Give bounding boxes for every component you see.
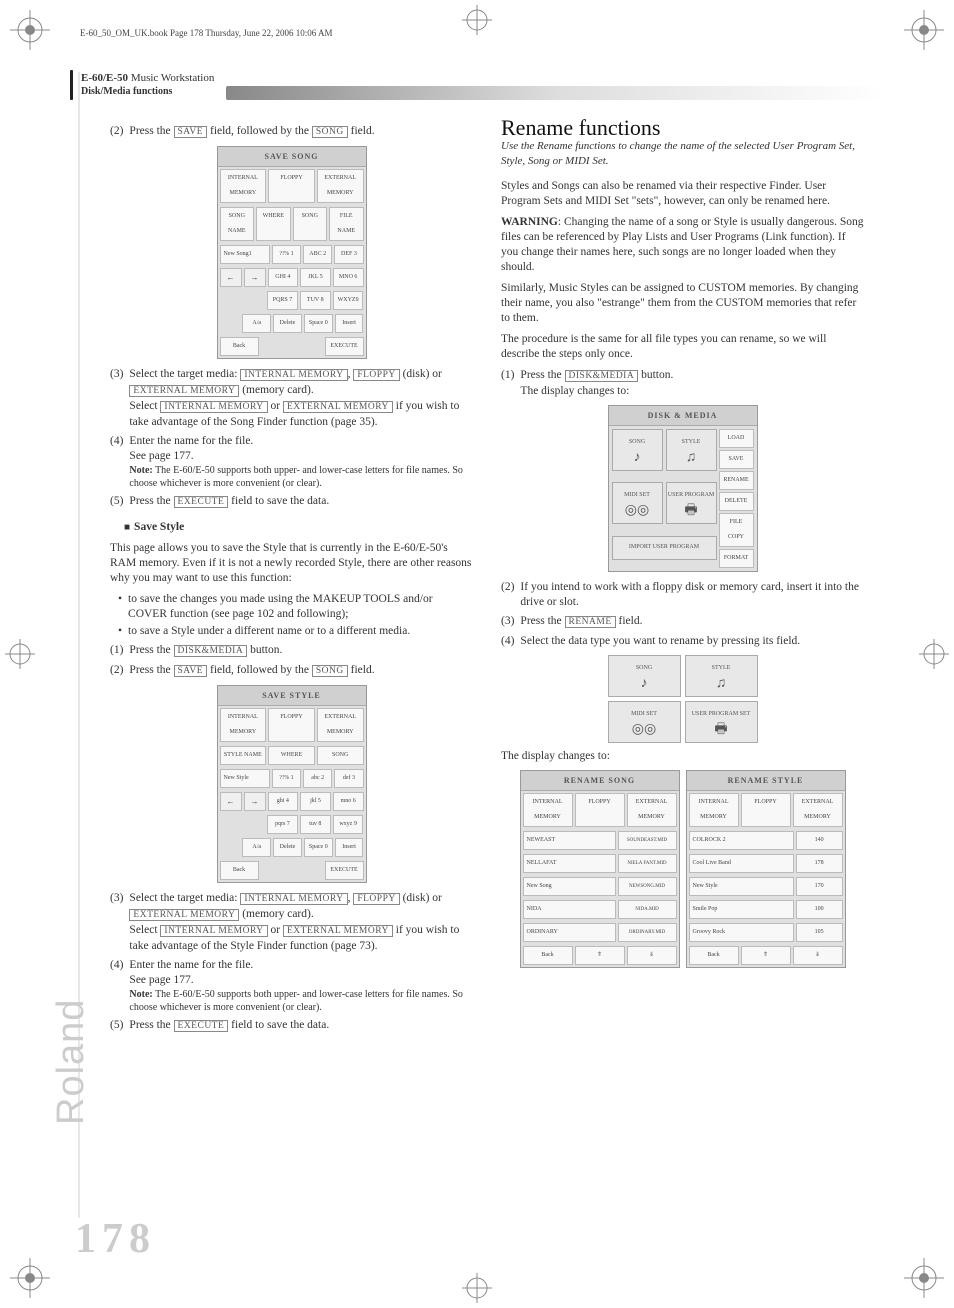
content-columns: (2) Press the SAVE field, followed by th… (110, 120, 864, 1208)
header-accent-bar (70, 70, 73, 100)
step-2: (2) Press the SAVE field, followed by th… (110, 124, 473, 140)
midi-icon: ◎◎ (632, 722, 656, 737)
back-button: Back (220, 337, 259, 356)
warning-paragraph: WARNING: Changing the name of a song or … (501, 215, 864, 275)
ss-title: SAVE SONG (218, 147, 366, 167)
square-bullet-icon: ■ (124, 520, 130, 535)
header-text: E-60/E-50 Music Workstation Disk/Media f… (81, 71, 214, 99)
rename-style-screenshot: RENAME STYLE INTERNAL MEMORYFLOPPYEXTERN… (686, 770, 846, 968)
midi-icon: ◎◎ (625, 503, 649, 518)
r-step-4: (4)Select the data type you want to rena… (501, 634, 864, 649)
save-style-screenshot: SAVE STYLE INTERNAL MEMORYFLOPPYEXTERNAL… (217, 685, 367, 883)
crop-mark-icon (10, 1258, 50, 1298)
registration-mark-icon (5, 639, 35, 669)
type-grid-screenshot: SONG♪ STYLE♫ MIDI SET◎◎ USER PROGRAM SET… (608, 655, 758, 743)
r-step-3: (3)Press the RENAME field. (501, 614, 864, 630)
save-style-heading: ■Save Style (124, 520, 473, 535)
style-icon: ♫ (686, 450, 697, 465)
section-intro: Use the Rename functions to change the n… (501, 139, 864, 169)
save-field-label: SAVE (174, 126, 208, 138)
paragraph: Styles and Songs can also be renamed via… (501, 179, 864, 209)
right-arrow-icon: → (244, 268, 266, 287)
b-step-1: (1) Press the DISK&MEDIA button. (110, 643, 473, 659)
bullet-dot-icon: • (118, 592, 122, 622)
paragraph: The procedure is the same for all file t… (501, 332, 864, 362)
user-program-icon: 🖶 (714, 722, 727, 737)
style-icon: ♫ (716, 676, 727, 691)
header-model: E-60/E-50 (81, 72, 128, 84)
step-4: (4) Enter the name for the file. See pag… (110, 434, 473, 490)
crop-mark-icon (904, 1258, 944, 1298)
step-5: (5) Press the EXECUTE field to save the … (110, 494, 473, 510)
right-arrow-icon: → (244, 792, 266, 811)
save-song-screenshot: SAVE SONG INTERNAL MEMORYFLOPPYEXTERNAL … (217, 146, 367, 359)
registration-mark-icon (919, 639, 949, 669)
c-step-3: (3) Select the target media: INTERNAL ME… (110, 891, 473, 954)
header-gradient-bar (226, 86, 884, 100)
page-header: E-60/E-50 Music Workstation Disk/Media f… (70, 70, 884, 100)
user-program-icon: 🖶 (684, 503, 697, 518)
display-changes-line: The display changes to: (501, 749, 864, 764)
save-style-body: This page allows you to save the Style t… (110, 541, 473, 586)
crop-mark-icon (10, 10, 50, 50)
c-step-5: (5) Press the EXECUTE field to save the … (110, 1018, 473, 1034)
page: E-60_50_OM_UK.book Page 178 Thursday, Ju… (0, 0, 954, 1308)
execute-button: EXECUTE (325, 337, 364, 356)
note: Note: The E-60/E-50 supports both upper-… (129, 464, 473, 490)
section-title: Rename functions (501, 120, 864, 135)
r-step-2: (2)If you intend to work with a floppy d… (501, 580, 864, 610)
step-3: (3) Select the target media: INTERNAL ME… (110, 367, 473, 430)
song-icon: ♪ (641, 676, 648, 691)
song-icon: ♪ (634, 450, 641, 465)
left-column: (2) Press the SAVE field, followed by th… (110, 120, 473, 1208)
rename-song-screenshot: RENAME SONG INTERNAL MEMORYFLOPPYEXTERNA… (520, 770, 680, 968)
header-title-suffix: Music Workstation (128, 72, 214, 84)
brand-watermark: Roland (50, 999, 93, 1125)
header-subtitle: Disk/Media functions (81, 85, 214, 99)
left-arrow-icon: ← (220, 792, 242, 811)
paragraph: Similarly, Music Styles can be assigned … (501, 281, 864, 326)
bullet-item: •to save the changes you made using the … (118, 592, 473, 622)
right-column: Rename functions Use the Rename function… (501, 120, 864, 1208)
bullet-dot-icon: • (118, 624, 122, 639)
registration-mark-icon (462, 5, 492, 35)
step-body: Press the SAVE field, followed by the SO… (129, 124, 473, 140)
rename-screenshots: RENAME SONG INTERNAL MEMORYFLOPPYEXTERNA… (501, 770, 864, 968)
disk-media-screenshot: DISK & MEDIA SONG♪ STYLE♫ MIDI SET◎◎ USE… (608, 405, 758, 572)
b-step-2: (2) Press the SAVE field, followed by th… (110, 663, 473, 679)
book-meta-line: E-60_50_OM_UK.book Page 178 Thursday, Ju… (80, 28, 333, 38)
r-step-1: (1) Press the DISK&MEDIA button.The disp… (501, 368, 864, 399)
song-field-label: SONG (312, 126, 348, 138)
registration-mark-icon (462, 1273, 492, 1303)
left-arrow-icon: ← (220, 268, 242, 287)
bullet-item: •to save a Style under a different name … (118, 624, 473, 639)
step-number: (2) (110, 124, 123, 140)
page-number: 178 (75, 1215, 156, 1263)
c-step-4: (4) Enter the name for the file. See pag… (110, 958, 473, 1014)
crop-mark-icon (904, 10, 944, 50)
